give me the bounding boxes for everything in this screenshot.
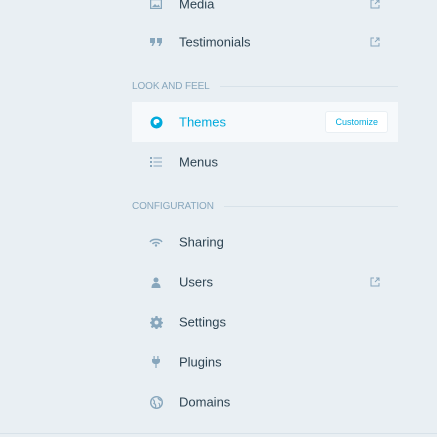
sidebar-item-settings[interactable]: Settings [132, 302, 398, 342]
customize-button[interactable]: Customize [325, 111, 388, 133]
plug-icon [149, 355, 163, 369]
sidebar-item-sharing[interactable]: Sharing [132, 222, 398, 262]
sidebar-item-label: Plugins [179, 354, 222, 370]
themes-icon [149, 115, 163, 129]
section-look-and-feel: LOOK AND FEEL [132, 79, 398, 93]
media-icon [149, 0, 163, 11]
section-divider [223, 205, 398, 207]
sidebar-item-plugins[interactable]: Plugins [132, 342, 398, 382]
section-configuration: CONFIGURATION [132, 199, 398, 213]
sharing-icon [149, 235, 163, 249]
sidebar-item-label: Settings [179, 314, 226, 330]
section-divider [219, 85, 398, 87]
sidebar-item-label: Sharing [179, 234, 224, 250]
sidebar-item-media[interactable]: Media [132, 0, 398, 24]
sidebar-item-label: Themes [179, 114, 226, 130]
sidebar-item-themes[interactable]: Themes Customize [132, 102, 398, 142]
sidebar-item-label: Menus [179, 154, 219, 170]
section-title: LOOK AND FEEL [132, 80, 210, 92]
external-link-icon[interactable] [370, 277, 380, 287]
sidebar-item-domains[interactable]: Domains [132, 382, 398, 422]
external-link-icon[interactable] [370, 37, 380, 47]
cog-icon [149, 315, 163, 329]
sidebar-item-menus[interactable]: Menus [132, 142, 398, 182]
sidebar-item-label: Testimonials [179, 34, 251, 50]
quote-icon [149, 35, 163, 49]
external-link-icon[interactable] [370, 0, 380, 9]
sidebar-item-label: Domains [179, 394, 231, 410]
sidebar-item-testimonials[interactable]: Testimonials [132, 22, 398, 62]
globe-icon [149, 395, 163, 409]
user-icon [149, 275, 163, 289]
sidebar-panel: Media Testimonials LOOK AND FEEL Themes … [0, 0, 437, 437]
section-title: CONFIGURATION [132, 200, 214, 212]
bottom-divider [0, 433, 437, 434]
sidebar-item-label: Users [179, 274, 213, 290]
menus-icon [149, 155, 163, 169]
sidebar-item-users[interactable]: Users [132, 262, 398, 302]
sidebar-item-label: Media [179, 0, 215, 12]
